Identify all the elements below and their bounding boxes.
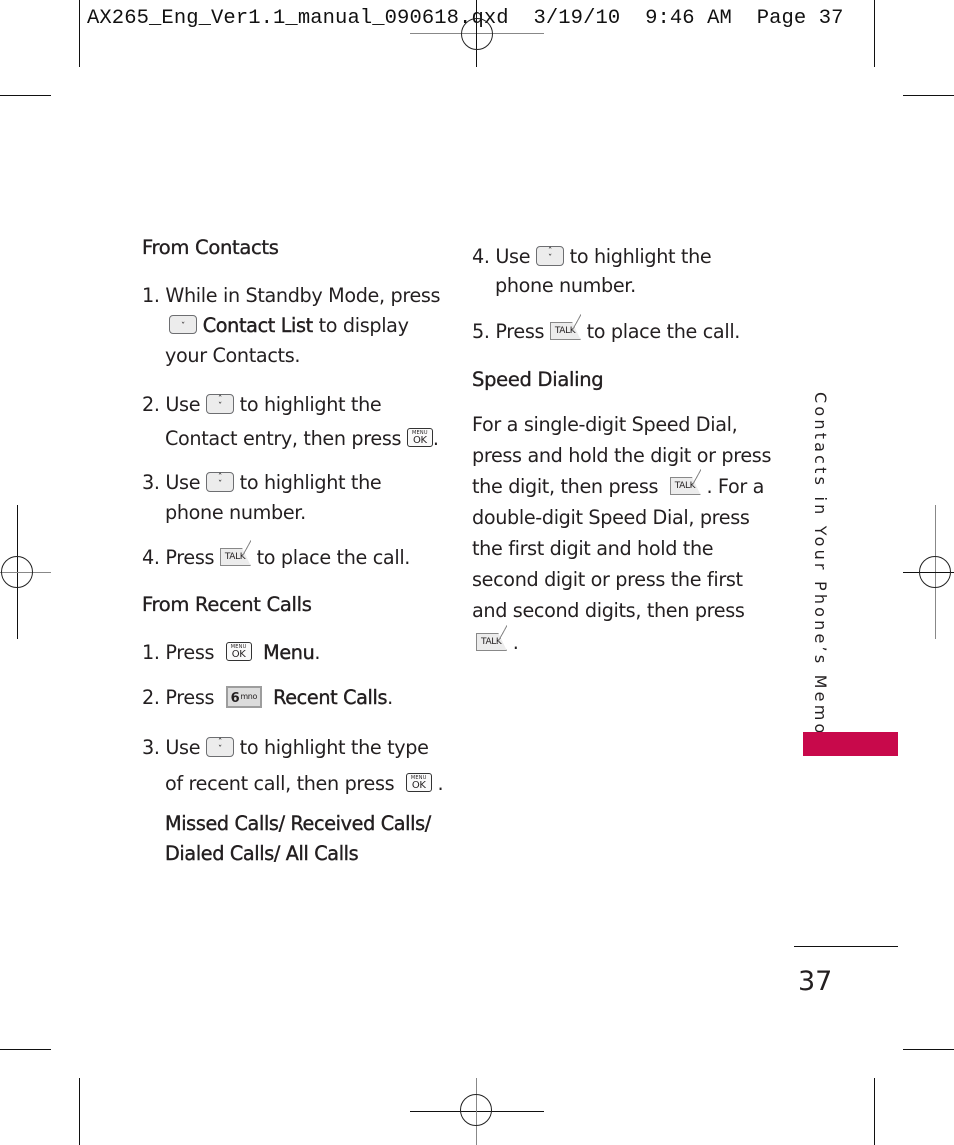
crop-mark bbox=[903, 95, 954, 96]
crop-mark bbox=[79, 0, 80, 67]
step-1-line: ˇ Contact List to display bbox=[169, 311, 409, 341]
menu-label: Menu bbox=[263, 641, 315, 664]
step-text: to display bbox=[318, 314, 409, 337]
step-4-line: phone number. bbox=[495, 274, 636, 297]
step-2-line: Contact entry, then press MENU OK. bbox=[165, 427, 439, 450]
recent-step-2-line: 2. Press 6mno Recent Calls. bbox=[142, 685, 393, 709]
recent-call-options: Missed Calls/ Received Calls/ bbox=[165, 812, 432, 835]
recent-step-1-line: 1. Press MENU OK Menu. bbox=[142, 641, 321, 664]
step-1-line: your Contacts. bbox=[165, 344, 301, 367]
step-text: While in Standby Mode, press bbox=[165, 284, 441, 307]
step-1-line: 1. While in Standby Mode, press bbox=[142, 281, 441, 311]
crop-mark bbox=[874, 1078, 875, 1145]
crop-mark bbox=[0, 95, 51, 96]
crop-mark bbox=[874, 0, 875, 67]
speed-dial-line: the digit, then press TALK . For a bbox=[472, 468, 764, 503]
step-3-line: 3. Use ˆˇ to highlight the bbox=[142, 471, 382, 494]
contact-list-label: Contact List bbox=[202, 314, 314, 337]
talk-key-icon: TALK bbox=[549, 313, 581, 348]
speed-dial-line: the first digit and hold the bbox=[472, 537, 714, 560]
nav-updown-key-icon: ˆˇ bbox=[535, 245, 564, 266]
step-3-line: phone number. bbox=[165, 501, 306, 524]
nav-updown-key-icon: ˆˇ bbox=[205, 471, 234, 492]
crop-mark bbox=[0, 1049, 51, 1050]
talk-key-icon: TALK bbox=[219, 539, 251, 574]
speed-dial-line: second digit or press the first bbox=[472, 568, 743, 591]
step-number: 1. bbox=[142, 284, 160, 307]
heading-speed-dialing: Speed Dialing bbox=[472, 368, 604, 391]
speed-dial-line: For a single-digit Speed Dial, bbox=[472, 413, 738, 436]
page-number-rule bbox=[794, 946, 898, 947]
menu-ok-key-icon: MENU OK bbox=[405, 773, 432, 792]
step-5-line: 5. Press TALK to place the call. bbox=[472, 313, 740, 348]
page-number: 37 bbox=[798, 966, 833, 997]
section-side-tab: Contacts in Your Phone’s Memory bbox=[811, 392, 830, 759]
step-4-line: 4. Use ˆˇ to highlight the bbox=[472, 245, 712, 268]
crop-mark bbox=[79, 1078, 80, 1145]
menu-ok-key-icon: MENU OK bbox=[406, 428, 433, 447]
step-4-line: 4. Press TALK to place the call. bbox=[142, 539, 410, 574]
talk-key-icon: TALK bbox=[669, 468, 701, 503]
menu-ok-key-icon: MENU OK bbox=[225, 642, 252, 661]
six-mno-key-icon: 6mno bbox=[225, 685, 262, 708]
recent-step-3-line: 3. Use ˆˇ to highlight the type bbox=[142, 736, 429, 759]
talk-key-icon: TALK bbox=[476, 624, 507, 659]
speed-dial-line: TALK . bbox=[476, 624, 519, 659]
heading-from-recent-calls: From Recent Calls bbox=[142, 593, 312, 616]
nav-updown-key-icon: ˆˇ bbox=[205, 393, 234, 414]
recent-calls-label: Recent Calls bbox=[273, 686, 388, 709]
recent-step-3-line: of recent call, then press MENU OK . bbox=[165, 772, 444, 795]
speed-dial-line: and second digits, then press bbox=[472, 599, 745, 622]
section-color-tab bbox=[803, 732, 898, 756]
speed-dial-line: press and hold the digit or press bbox=[472, 444, 772, 467]
recent-call-options: Dialed Calls/ All Calls bbox=[165, 842, 359, 865]
speed-dial-line: double-digit Speed Dial, press bbox=[472, 506, 750, 529]
nav-updown-key-icon: ˆˇ bbox=[205, 736, 234, 757]
step-2-line: 2. Use ˆˇ to highlight the bbox=[142, 393, 382, 416]
crop-mark bbox=[903, 1049, 954, 1050]
heading-from-contacts: From Contacts bbox=[142, 236, 279, 259]
nav-down-key-icon: ˇ bbox=[169, 315, 197, 334]
